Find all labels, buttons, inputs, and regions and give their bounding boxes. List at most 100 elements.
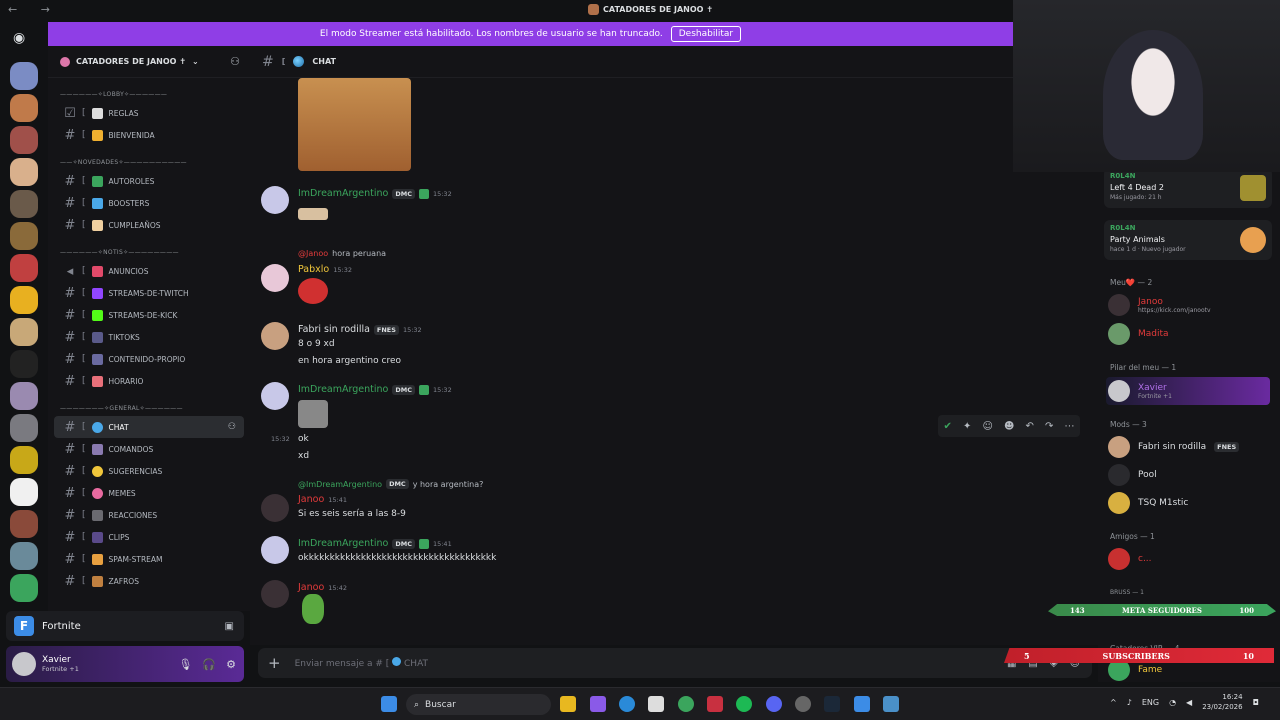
photos-icon[interactable] <box>883 696 899 712</box>
server-icon-13[interactable] <box>10 446 38 474</box>
avatar[interactable] <box>261 536 289 564</box>
message-author[interactable]: ImDreamArgentino <box>298 538 388 549</box>
server-icon-1[interactable] <box>10 62 38 90</box>
cat-image[interactable] <box>298 78 411 171</box>
windows-start-icon[interactable] <box>381 696 397 712</box>
avatar[interactable] <box>261 382 289 410</box>
member-item[interactable]: TSQ M1stic <box>1108 492 1188 514</box>
spotify-icon[interactable] <box>736 696 752 712</box>
gear-icon[interactable]: ⚙ <box>226 658 236 671</box>
server-icon-14[interactable] <box>10 478 38 506</box>
copilot-icon[interactable] <box>590 696 606 712</box>
channel-comandos[interactable]: # [COMANDOS <box>54 438 244 460</box>
obs-icon[interactable] <box>795 696 811 712</box>
laugh-reaction-icon[interactable]: ☺ <box>982 421 992 432</box>
channel-clips[interactable]: # [CLIPS <box>54 526 244 548</box>
message-author[interactable]: Fabri sin rodilla <box>298 324 370 335</box>
reply-preview[interactable]: @Janoo hora peruana <box>298 249 386 258</box>
channel-reglas[interactable]: ☑ [REGLAS <box>54 102 244 124</box>
server-icon-12[interactable] <box>10 414 38 442</box>
channel-boosters[interactable]: # [BOOSTERS <box>54 192 244 214</box>
avatar[interactable] <box>261 580 289 608</box>
message-author[interactable]: ImDreamArgentino <box>298 384 388 395</box>
channel-anuncios[interactable]: ◂ [ANUNCIOS <box>54 260 244 282</box>
store-icon[interactable] <box>648 696 664 712</box>
steam-icon[interactable] <box>824 696 840 712</box>
channel-horario[interactable]: # [HORARIO <box>54 370 244 392</box>
server-header[interactable]: CATADORES DE JANOO ✝ ⌄ ⚇ <box>48 46 250 78</box>
server-icon-17[interactable] <box>10 574 38 602</box>
avatar[interactable] <box>261 322 289 350</box>
category-general[interactable]: ———————✧GENERAL✧—————— <box>48 400 250 416</box>
chrome-icon[interactable] <box>678 696 694 712</box>
avatar[interactable] <box>12 652 36 676</box>
language-indicator[interactable]: ENG <box>1142 698 1159 707</box>
message-author[interactable]: Pabxlo <box>298 264 329 275</box>
reply-icon[interactable]: ↶ <box>1026 421 1034 432</box>
server-icon-2[interactable] <box>10 94 38 122</box>
message-author[interactable]: ImDreamArgentino <box>298 188 388 199</box>
member-item[interactable]: Xavier Fortnite +1 <box>1106 377 1270 405</box>
member-activity-card[interactable]: R0L4N Party Animals hace 1 d · Nuevo jug… <box>1104 220 1272 260</box>
chevron-up-icon[interactable]: ^ <box>1110 698 1117 707</box>
server-icon-7[interactable] <box>10 254 38 282</box>
server-icon-8[interactable] <box>10 286 38 314</box>
valorant-icon[interactable] <box>707 696 723 712</box>
avatar[interactable] <box>261 494 289 522</box>
back-forward-icon[interactable]: ← → <box>8 3 60 16</box>
check-reaction-icon[interactable]: ✔ <box>944 421 952 432</box>
member-item[interactable]: Fabri sin rodilla FNES <box>1108 436 1240 458</box>
message-author[interactable]: Janoo <box>298 494 324 505</box>
channel-cumpleanos[interactable]: # [CUMPLEAÑOS <box>54 214 244 236</box>
channel-sugerencias[interactable]: # [SUGERENCIAS <box>54 460 244 482</box>
server-icon-16[interactable] <box>10 542 38 570</box>
channel-reacciones[interactable]: # [REACCIONES <box>54 504 244 526</box>
channel-memes[interactable]: # [MEMES <box>54 482 244 504</box>
taskbar-search[interactable]: ⌕ Buscar <box>406 694 551 715</box>
microphone-tray-icon[interactable]: ♪ <box>1127 698 1132 707</box>
category-lobby[interactable]: ——————✧LOBBY✧—————— <box>48 86 250 102</box>
clock[interactable]: 16:24 23/02/2026 <box>1202 692 1242 712</box>
server-icon-6[interactable] <box>10 222 38 250</box>
disable-streamer-button[interactable]: Deshabilitar <box>670 26 742 42</box>
server-icon-9[interactable] <box>10 318 38 346</box>
edge-icon[interactable] <box>619 696 635 712</box>
server-icon-15[interactable] <box>10 510 38 538</box>
file-explorer-icon[interactable] <box>560 696 576 712</box>
add-reaction-icon[interactable]: ☻ <box>1004 421 1014 432</box>
member-item[interactable]: Madita <box>1108 323 1169 345</box>
reply-preview[interactable]: @ImDreamArgentino DMC y hora argentina? <box>298 479 483 489</box>
screen-share-icon[interactable]: ▣ <box>225 621 234 632</box>
member-activity-card[interactable]: R0L4N Left 4 Dead 2 Más jugado: 21 h <box>1104 172 1272 208</box>
server-icon-11[interactable] <box>10 382 38 410</box>
add-member-icon[interactable]: ⚇ <box>230 55 240 68</box>
channel-zafros[interactable]: # [ZAFROS <box>54 570 244 592</box>
category-novedades[interactable]: ——✧NOVEDADES✧—————————— <box>48 154 250 170</box>
server-icon-5[interactable] <box>10 190 38 218</box>
message-input-field[interactable]: Enviar mensaje a # [ CHAT <box>295 657 428 669</box>
channel-streams-de-kick[interactable]: # [STREAMS-DE-KICK <box>54 304 244 326</box>
activity-bar[interactable]: F Fortnite ▣ <box>6 611 244 641</box>
more-icon[interactable]: ⋯ <box>1064 421 1074 432</box>
reaction-icon[interactable]: ✦ <box>963 421 971 432</box>
channel-autoroles[interactable]: # [AUTOROLES <box>54 170 244 192</box>
category-notis[interactable]: ——————✧NOTIS✧———————— <box>48 244 250 260</box>
member-item[interactable]: Pool <box>1108 464 1157 486</box>
server-icon-3[interactable] <box>10 126 38 154</box>
network-icon[interactable]: ◔ <box>1169 698 1176 707</box>
microphone-icon[interactable]: 🎙 <box>178 658 192 671</box>
channel-streams-de-twitch[interactable]: # [STREAMS-DE-TWITCH <box>54 282 244 304</box>
fortnite-taskbar-icon[interactable] <box>854 696 870 712</box>
member-item[interactable]: c... <box>1108 548 1152 570</box>
invite-icon[interactable]: ⚇ <box>228 422 236 432</box>
discord-icon[interactable] <box>766 696 782 712</box>
server-icon-4[interactable] <box>10 158 38 186</box>
avatar[interactable] <box>261 264 289 292</box>
member-item[interactable]: Janoo https://kick.com/janootv <box>1108 294 1211 316</box>
forward-icon[interactable]: ↷ <box>1045 421 1053 432</box>
avatar[interactable] <box>261 186 289 214</box>
discord-home-icon[interactable]: ◉ <box>13 30 25 46</box>
message-author[interactable]: Janoo <box>298 582 324 593</box>
headphones-icon[interactable]: 🎧 <box>202 658 216 671</box>
channel-chat[interactable]: # [CHAT ⚇ <box>54 416 244 438</box>
